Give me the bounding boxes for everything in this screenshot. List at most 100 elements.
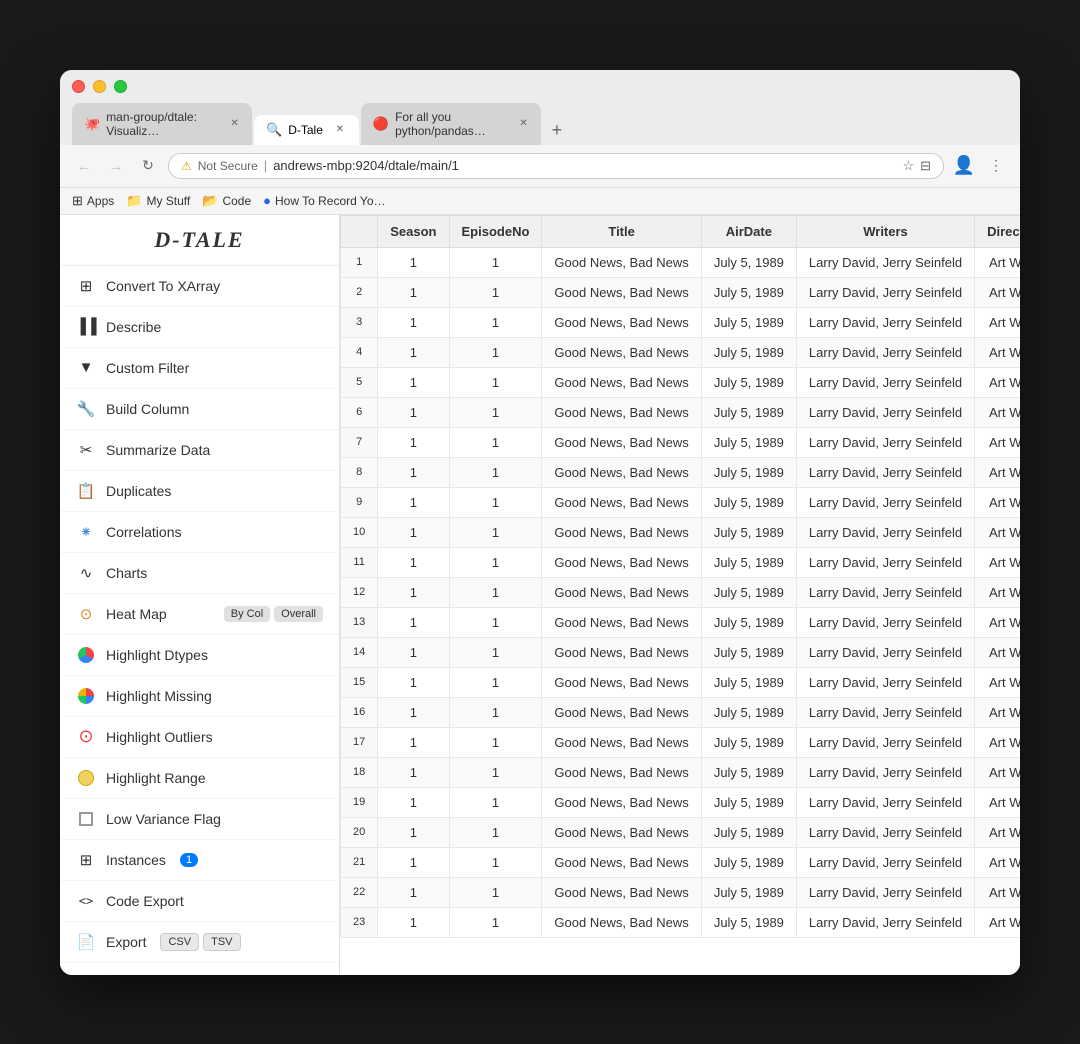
table-row[interactable]: 16 1 1 Good News, Bad News July 5, 1989 …: [341, 697, 1021, 727]
tab-dtale[interactable]: 🔍 D-Tale ✕: [254, 115, 359, 145]
by-col-badge[interactable]: By Col: [224, 606, 270, 622]
traffic-lights: [72, 80, 1008, 93]
menu-button[interactable]: ⋮: [984, 154, 1008, 178]
cell-writers: Larry David, Jerry Seinfeld: [796, 757, 974, 787]
bookmark-code[interactable]: 📂 Code: [202, 193, 251, 209]
cell-director: Art Wolf: [975, 697, 1020, 727]
tab-github[interactable]: 🐙 man-group/dtale: Visualiz… ✕: [72, 103, 252, 145]
table-row[interactable]: 6 1 1 Good News, Bad News July 5, 1989 L…: [341, 397, 1021, 427]
mystuff-icon: 📁: [126, 193, 142, 209]
col-header-writers[interactable]: Writers: [796, 215, 974, 247]
sidebar-item-export[interactable]: 📄 Export CSV TSV Download DataFrame as C…: [60, 922, 339, 963]
cell-writers: Larry David, Jerry Seinfeld: [796, 517, 974, 547]
maximize-button[interactable]: [114, 80, 127, 93]
cell-writers: Larry David, Jerry Seinfeld: [796, 637, 974, 667]
new-tab-button[interactable]: +: [543, 117, 571, 145]
cell-season: 1: [378, 427, 449, 457]
sidebar-item-describe[interactable]: ▐▐ Describe: [60, 307, 339, 348]
table-row[interactable]: 22 1 1 Good News, Bad News July 5, 1989 …: [341, 877, 1021, 907]
profile-button[interactable]: 👤: [952, 154, 976, 178]
table-row[interactable]: 5 1 1 Good News, Bad News July 5, 1989 L…: [341, 367, 1021, 397]
sidebar-item-code-export[interactable]: <> Code Export: [60, 881, 339, 922]
table-row[interactable]: 1 1 1 Good News, Bad News July 5, 1989 L…: [341, 247, 1021, 277]
table-row[interactable]: 11 1 1 Good News, Bad News July 5, 1989 …: [341, 547, 1021, 577]
sidebar-item-build-column[interactable]: 🔧 Build Column: [60, 389, 339, 430]
cell-airdate: July 5, 1989: [701, 547, 796, 577]
cast-icon[interactable]: ⊟: [920, 158, 931, 174]
tsv-button[interactable]: TSV: [203, 933, 240, 951]
table-row[interactable]: 3 1 1 Good News, Bad News July 5, 1989 L…: [341, 307, 1021, 337]
table-row[interactable]: 23 1 1 Good News, Bad News July 5, 1989 …: [341, 907, 1021, 937]
data-area[interactable]: Season EpisodeNo Title AirDate Writers D…: [340, 215, 1020, 975]
table-row[interactable]: 18 1 1 Good News, Bad News July 5, 1989 …: [341, 757, 1021, 787]
sidebar-item-highlight-range[interactable]: Highlight Range: [60, 758, 339, 799]
cell-episodeno: 1: [449, 427, 542, 457]
highlight-missing-icon: [76, 686, 96, 706]
heatmap-icon: ⊙: [76, 604, 96, 624]
bookmark-star-icon[interactable]: ☆: [902, 158, 914, 174]
col-header-episodeno[interactable]: EpisodeNo: [449, 215, 542, 247]
cell-director: Art Wolf: [975, 667, 1020, 697]
table-row[interactable]: 15 1 1 Good News, Bad News July 5, 1989 …: [341, 667, 1021, 697]
tab-github-close[interactable]: ✕: [229, 117, 240, 131]
table-row[interactable]: 8 1 1 Good News, Bad News July 5, 1989 L…: [341, 457, 1021, 487]
table-row[interactable]: 14 1 1 Good News, Bad News July 5, 1989 …: [341, 637, 1021, 667]
table-row[interactable]: 10 1 1 Good News, Bad News July 5, 1989 …: [341, 517, 1021, 547]
forward-button[interactable]: →: [104, 154, 128, 178]
url-bar[interactable]: ⚠ Not Secure | andrews-mbp:9204/dtale/ma…: [168, 153, 944, 179]
cell-title: Good News, Bad News: [542, 427, 701, 457]
convert-xarray-icon: ⊞: [76, 276, 96, 296]
cell-episodeno: 1: [449, 727, 542, 757]
summarize-icon: ✂: [76, 440, 96, 460]
bookmark-apps[interactable]: ⊞ Apps: [72, 193, 114, 209]
bookmark-mystuff[interactable]: 📁 My Stuff: [126, 193, 190, 209]
table-row[interactable]: 12 1 1 Good News, Bad News July 5, 1989 …: [341, 577, 1021, 607]
sidebar-item-charts[interactable]: ∿ Charts: [60, 553, 339, 594]
cell-writers: Larry David, Jerry Seinfeld: [796, 667, 974, 697]
table-row[interactable]: 4 1 1 Good News, Bad News July 5, 1989 L…: [341, 337, 1021, 367]
bookmark-howto-label: How To Record Yo…: [275, 194, 386, 208]
sidebar-item-heat-map[interactable]: ⊙ Heat Map By Col Overall: [60, 594, 339, 635]
sidebar-item-highlight-dtypes[interactable]: Highlight Dtypes: [60, 635, 339, 676]
table-row[interactable]: 20 1 1 Good News, Bad News July 5, 1989 …: [341, 817, 1021, 847]
refresh-button[interactable]: ↻: [136, 154, 160, 178]
bookmark-howto[interactable]: ● How To Record Yo…: [263, 193, 385, 208]
tab-reddit[interactable]: 🔴 For all you python/pandas… ✕: [361, 103, 541, 145]
cell-airdate: July 5, 1989: [701, 517, 796, 547]
table-row[interactable]: 17 1 1 Good News, Bad News July 5, 1989 …: [341, 727, 1021, 757]
table-row[interactable]: 7 1 1 Good News, Bad News July 5, 1989 L…: [341, 427, 1021, 457]
table-row[interactable]: 13 1 1 Good News, Bad News July 5, 1989 …: [341, 607, 1021, 637]
cell-title: Good News, Bad News: [542, 547, 701, 577]
cell-director: Art Wolf: [975, 397, 1020, 427]
sidebar-item-convert-xarray[interactable]: ⊞ Convert To XArray: [60, 266, 339, 307]
sidebar-item-custom-filter[interactable]: ▼ Custom Filter: [60, 348, 339, 389]
cell-director: Art Wolf: [975, 547, 1020, 577]
sidebar-item-highlight-outliers[interactable]: ⊙ Highlight Outliers: [60, 717, 339, 758]
tab-reddit-close[interactable]: ✕: [518, 117, 529, 131]
col-header-title[interactable]: Title: [542, 215, 701, 247]
sidebar-item-summarize[interactable]: ✂ Summarize Data: [60, 430, 339, 471]
cell-director: Art Wolf: [975, 247, 1020, 277]
sidebar-item-instances[interactable]: ⊞ Instances 1: [60, 840, 339, 881]
cell-title: Good News, Bad News: [542, 517, 701, 547]
minimize-button[interactable]: [93, 80, 106, 93]
col-header-season[interactable]: Season: [378, 215, 449, 247]
col-header-director[interactable]: Director: [975, 215, 1020, 247]
overall-badge[interactable]: Overall: [274, 606, 323, 622]
back-button[interactable]: ←: [72, 154, 96, 178]
table-row[interactable]: 19 1 1 Good News, Bad News July 5, 1989 …: [341, 787, 1021, 817]
close-button[interactable]: [72, 80, 85, 93]
sidebar-item-low-variance[interactable]: Low Variance Flag: [60, 799, 339, 840]
table-row[interactable]: 9 1 1 Good News, Bad News July 5, 1989 L…: [341, 487, 1021, 517]
col-header-airdate[interactable]: AirDate: [701, 215, 796, 247]
apps-icon: ⊞: [72, 193, 83, 209]
table-row[interactable]: 2 1 1 Good News, Bad News July 5, 1989 L…: [341, 277, 1021, 307]
tabs-row: 🐙 man-group/dtale: Visualiz… ✕ 🔍 D-Tale …: [72, 103, 1008, 145]
table-row[interactable]: 21 1 1 Good News, Bad News July 5, 1989 …: [341, 847, 1021, 877]
sidebar-item-duplicates[interactable]: 📋 Duplicates: [60, 471, 339, 512]
sidebar-item-correlations[interactable]: ⁕ Correlations: [60, 512, 339, 553]
csv-button[interactable]: CSV: [160, 933, 199, 951]
sidebar-item-load-data[interactable]: ⬆ Load Data: [60, 963, 339, 975]
sidebar-item-highlight-missing[interactable]: Highlight Missing: [60, 676, 339, 717]
tab-dtale-close[interactable]: ✕: [333, 123, 347, 137]
